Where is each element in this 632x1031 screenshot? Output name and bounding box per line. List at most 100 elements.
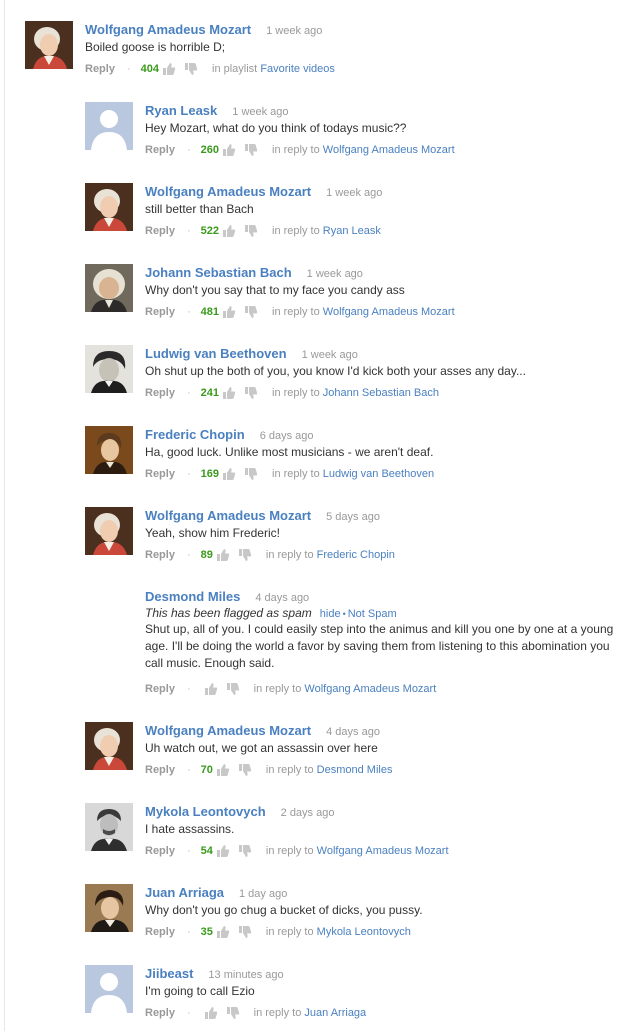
not-spam-link[interactable]: Not Spam — [348, 608, 397, 620]
avatar-mozart[interactable] — [85, 722, 133, 770]
comment-author[interactable]: Frederic Chopin — [145, 427, 245, 442]
avatar-mozart[interactable] — [85, 183, 133, 231]
in-reply-to-link[interactable]: Johann Sebastian Bach — [323, 386, 439, 400]
in-reply-to-link[interactable]: Desmond Miles — [317, 763, 393, 777]
comment-timestamp: 1 week ago — [326, 187, 383, 199]
thumbs-down-icon[interactable] — [238, 925, 252, 939]
comment-text: Hey Mozart, what do you think of todays … — [145, 121, 407, 135]
comment-author[interactable]: Juan Arriaga — [145, 885, 224, 900]
comment-text: Why don't you say that to my face you ca… — [145, 283, 405, 297]
thumbs-up-icon[interactable] — [216, 548, 230, 562]
in-reply-to-link[interactable]: Wolfgang Amadeus Mozart — [304, 682, 436, 696]
reply-link[interactable]: Reply — [145, 548, 175, 562]
avatar-default[interactable] — [85, 965, 133, 1013]
thumbs-down-icon[interactable] — [244, 224, 258, 238]
comment-text: Yeah, show him Frederic! — [145, 526, 280, 540]
vote-count: 35 — [200, 926, 213, 938]
bullet-separator: • — [342, 609, 346, 619]
comment-author[interactable]: Wolfgang Amadeus Mozart — [145, 508, 311, 523]
comment-author[interactable]: Desmond Miles — [145, 589, 240, 604]
avatar-mozart[interactable] — [25, 21, 73, 69]
comment-text: Oh shut up the both of you, you know I'd… — [145, 364, 526, 378]
in-reply-to-link[interactable]: Frederic Chopin — [317, 548, 395, 562]
context-prefix: in reply to — [253, 683, 302, 695]
reply-link[interactable]: Reply — [85, 62, 115, 76]
avatar-leontovych[interactable] — [85, 803, 133, 851]
reply-link[interactable]: Reply — [145, 467, 175, 481]
comment-timestamp: 4 days ago — [255, 592, 310, 604]
thumbs-up-icon[interactable] — [216, 844, 230, 858]
thumbs-down-icon[interactable] — [244, 143, 258, 157]
in-reply-to-link[interactable]: Wolfgang Amadeus Mozart — [323, 143, 455, 157]
vote-count: 89 — [200, 549, 213, 561]
thumbs-down-icon[interactable] — [238, 548, 252, 562]
avatar-beethoven[interactable] — [85, 345, 133, 393]
thumbs-up-icon[interactable] — [216, 925, 230, 939]
playlist-link[interactable]: Favorite videos — [260, 62, 335, 76]
thumbs-up-icon[interactable] — [216, 763, 230, 777]
thumbs-up-icon[interactable] — [222, 305, 236, 319]
thumbs-down-icon[interactable] — [244, 305, 258, 319]
reply-link[interactable]: Reply — [145, 682, 175, 696]
in-reply-to-link[interactable]: Mykola Leontovych — [317, 925, 411, 939]
reply-link[interactable]: Reply — [145, 844, 175, 858]
in-reply-to-link[interactable]: Wolfgang Amadeus Mozart — [317, 844, 449, 858]
thumbs-down-icon[interactable] — [238, 844, 252, 858]
thumbs-up-icon[interactable] — [204, 1006, 218, 1020]
thumbs-down-icon[interactable] — [244, 386, 258, 400]
comment-actions: Reply · 260 in reply to Wolfgang Amadeus… — [145, 143, 455, 157]
thumbs-up-icon[interactable] — [222, 143, 236, 157]
comment-author[interactable]: Ludwig van Beethoven — [145, 346, 287, 361]
comment-timestamp: 5 days ago — [326, 511, 380, 523]
reply-link[interactable]: Reply — [145, 224, 175, 238]
thumbs-down-icon[interactable] — [226, 1006, 240, 1020]
in-reply-to-link[interactable]: Ryan Leask — [323, 224, 381, 238]
comment-author[interactable]: Mykola Leontovych — [145, 804, 266, 819]
comment-author[interactable]: Johann Sebastian Bach — [145, 265, 292, 280]
comment-author[interactable]: Wolfgang Amadeus Mozart — [85, 22, 251, 37]
comment-author[interactable]: Ryan Leask — [145, 103, 217, 118]
vote-count: 169 — [200, 468, 219, 480]
comment-actions: Reply · 481 in reply to Wolfgang Amadeus… — [145, 305, 455, 319]
comment-text: I'm going to call Ezio — [145, 984, 255, 998]
reply-link[interactable]: Reply — [145, 305, 175, 319]
reply-link[interactable]: Reply — [145, 763, 175, 777]
comment-author[interactable]: Wolfgang Amadeus Mozart — [145, 184, 311, 199]
comment-text: Shut up, all of you. I could easily step… — [145, 622, 614, 670]
reply-link[interactable]: Reply — [145, 1006, 175, 1020]
thumbs-down-icon[interactable] — [244, 467, 258, 481]
separator-dot: · — [126, 63, 131, 75]
avatar-mozart[interactable] — [85, 507, 133, 555]
reply-link[interactable]: Reply — [145, 386, 175, 400]
thumbs-up-icon[interactable] — [162, 62, 176, 76]
avatar-arriaga[interactable] — [85, 884, 133, 932]
context-prefix: in reply to — [253, 1007, 302, 1019]
comment-author[interactable]: Jiibeast — [145, 966, 193, 981]
separator-dot: · — [186, 1007, 191, 1019]
avatar-default[interactable] — [85, 102, 133, 150]
context-prefix: in reply to — [272, 306, 320, 318]
thumbs-up-icon[interactable] — [222, 467, 236, 481]
in-reply-to-link[interactable]: Ludwig van Beethoven — [323, 467, 434, 481]
thumbs-down-icon[interactable] — [238, 763, 252, 777]
context-prefix: in playlist — [212, 63, 258, 75]
thumbs-down-icon[interactable] — [184, 62, 198, 76]
thumbs-up-icon[interactable] — [222, 224, 236, 238]
separator-dot: · — [186, 926, 191, 938]
context-prefix: in reply to — [272, 225, 320, 237]
comment-timestamp: 1 week ago — [306, 268, 363, 280]
reply-link[interactable]: Reply — [145, 143, 175, 157]
hide-link[interactable]: hide — [320, 608, 341, 620]
comment-timestamp: 13 minutes ago — [208, 969, 284, 981]
avatar-bach[interactable] — [85, 264, 133, 312]
thumbs-down-icon[interactable] — [226, 682, 240, 696]
in-reply-to-link[interactable]: Wolfgang Amadeus Mozart — [323, 305, 455, 319]
in-reply-to-link[interactable]: Juan Arriaga — [304, 1006, 366, 1020]
thumbs-up-icon[interactable] — [222, 386, 236, 400]
context-prefix: in reply to — [265, 845, 314, 857]
avatar-chopin[interactable] — [85, 426, 133, 474]
separator-dot: · — [186, 144, 191, 156]
reply-link[interactable]: Reply — [145, 925, 175, 939]
thumbs-up-icon[interactable] — [204, 682, 218, 696]
comment-author[interactable]: Wolfgang Amadeus Mozart — [145, 723, 311, 738]
